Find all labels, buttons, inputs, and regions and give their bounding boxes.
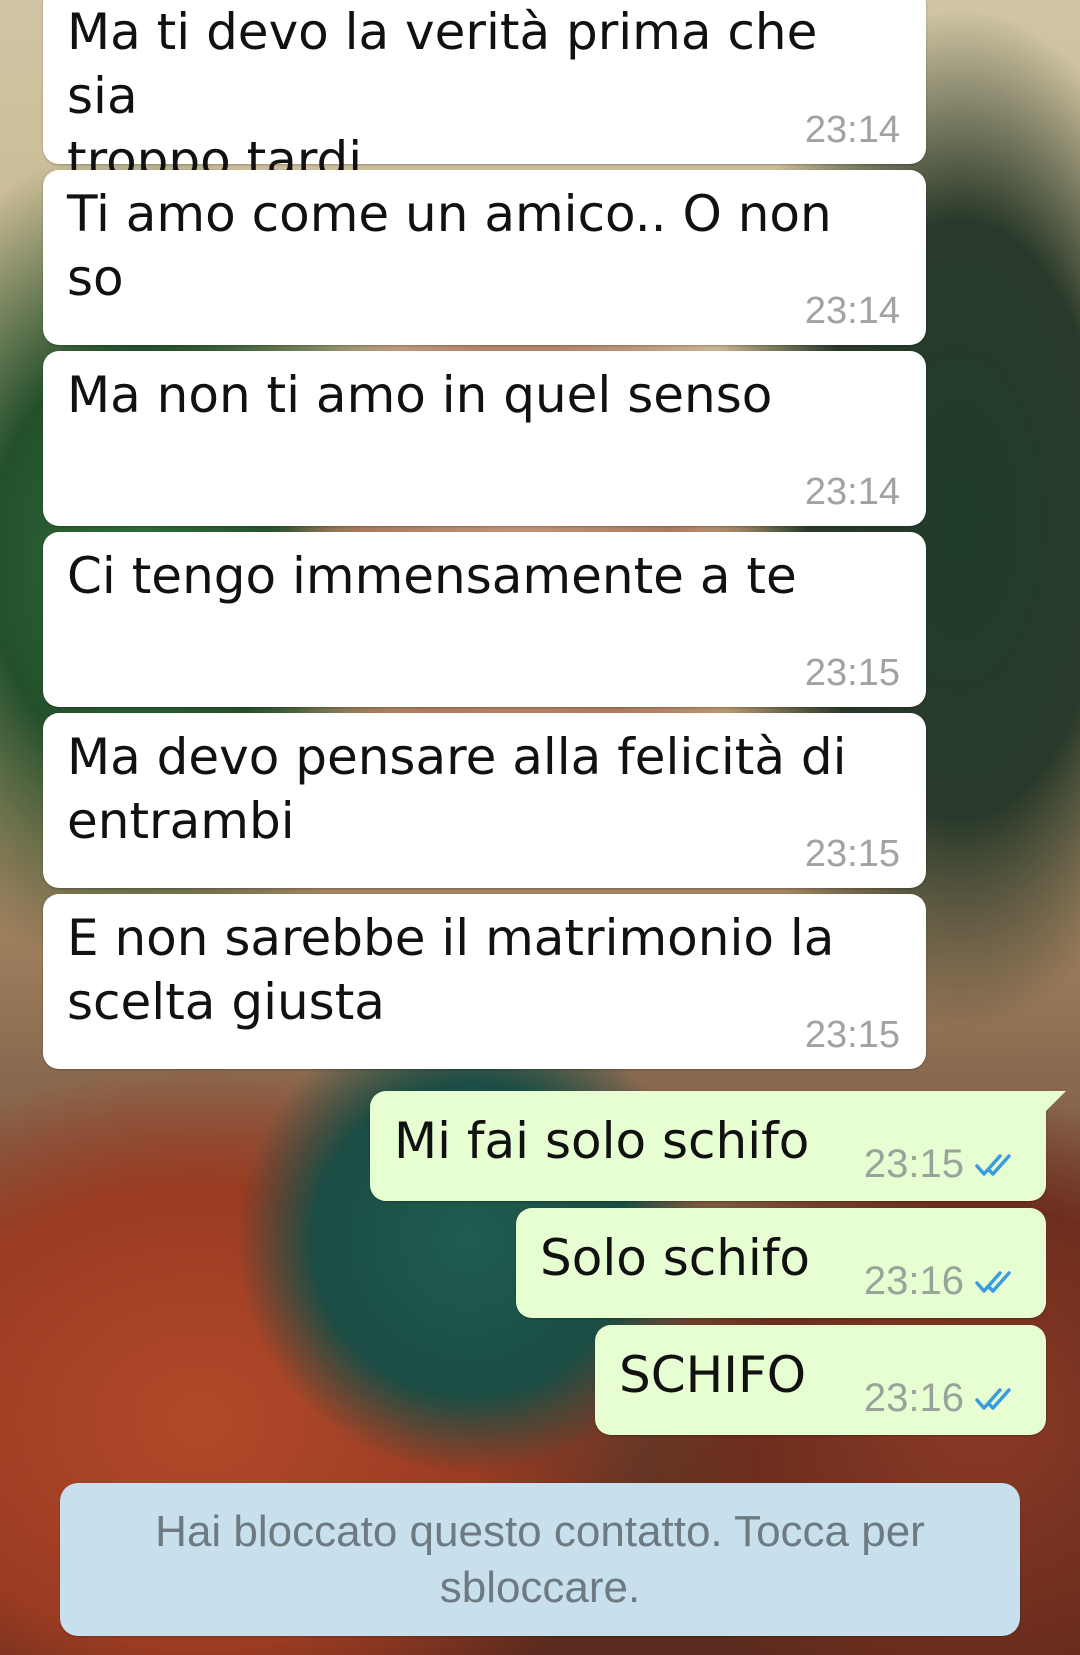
double-check-read-icon [974,1268,1020,1296]
message-text: SCHIFO [619,1346,807,1404]
incoming-message-bubble[interactable]: Ma ti devo la verità prima che sia tropp… [43,0,926,189]
message-timestamp: 23:15 [804,652,900,694]
incoming-message-bubble[interactable]: Ci tengo immensamente a te 23:15 [43,532,926,707]
blocked-contact-notice[interactable]: Hai bloccato questo contatto. Tocca per … [60,1483,1020,1636]
message-text: Solo schifo [540,1229,811,1287]
message-text: Ti amo come un amico.. O non so [67,185,848,307]
incoming-message-bubble[interactable]: Ma devo pensare alla felicità di entramb… [43,713,926,888]
blocked-notice-text: Hai bloccato questo contatto. Tocca per … [155,1506,925,1612]
message-timestamp: 23:16 [863,1259,964,1303]
chat-messages-list[interactable]: Ma ti devo la verità prima che sia tropp… [0,0,1080,1655]
incoming-message-bubble[interactable]: Ti amo come un amico.. O non so 23:14 [43,170,926,345]
message-text: E non sarebbe il matrimonio la scelta gi… [67,909,835,1031]
double-check-read-icon [974,1151,1020,1179]
message-timestamp: 23:15 [804,833,900,875]
double-check-read-icon [974,1385,1020,1413]
message-timestamp: 23:16 [863,1376,964,1420]
message-timestamp: 23:15 [804,1014,900,1056]
message-text: Ci tengo immensamente a te [67,547,797,605]
message-text: Ma devo pensare alla felicità di entramb… [67,728,847,850]
outgoing-message-bubble[interactable]: SCHIFO 23:16 [595,1325,1046,1435]
incoming-message-bubble[interactable]: Ma non ti amo in quel senso 23:14 [43,351,926,526]
message-meta: 23:15 [864,1142,1020,1187]
message-text: Ma non ti amo in quel senso [67,366,773,424]
outgoing-message-bubble[interactable]: Solo schifo 23:16 [516,1208,1046,1318]
message-timestamp: 23:14 [804,290,900,332]
message-meta: 23:16 [864,1259,1020,1304]
message-timestamp: 23:14 [804,109,900,151]
message-meta: 23:16 [864,1376,1020,1421]
outgoing-message-bubble[interactable]: Mi fai solo schifo 23:15 [370,1091,1066,1201]
message-text: Ma ti devo la verità prima che sia tropp… [67,3,818,189]
message-timestamp: 23:15 [863,1142,964,1186]
message-timestamp: 23:14 [804,471,900,513]
message-text: Mi fai solo schifo [394,1112,810,1170]
incoming-message-bubble[interactable]: E non sarebbe il matrimonio la scelta gi… [43,894,926,1069]
bubble-tail [1044,1091,1066,1113]
